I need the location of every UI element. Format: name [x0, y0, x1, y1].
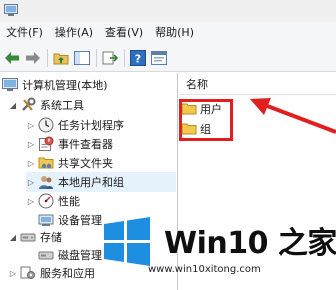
tree-node-task-scheduler[interactable]: ▷ 任务计划程序 [26, 115, 124, 135]
collapse-arrow-icon[interactable]: ◢ [8, 100, 18, 110]
properties-icon [151, 50, 167, 65]
title-bar [0, 0, 336, 22]
expand-arrow-icon[interactable]: ▷ [26, 177, 36, 187]
menu-view[interactable]: 查看(V) [99, 22, 149, 44]
tree-label: 计算机管理(本地) [22, 79, 108, 92]
tree-node-services-apps[interactable]: ▷ 服务和应用 [8, 263, 95, 283]
tree-label: 设备管理 [58, 214, 102, 227]
event-viewer-icon [38, 136, 54, 152]
tree-node-computer-management[interactable]: 计算机管理(本地) [2, 75, 108, 95]
show-tree-button[interactable] [73, 49, 91, 67]
tree-node-system-tools[interactable]: ◢ 系统工具 [8, 95, 84, 115]
tree-label: 存储 [40, 231, 62, 244]
help-button[interactable]: ? [129, 49, 147, 67]
expand-arrow-icon[interactable]: ▷ [8, 268, 18, 278]
svg-text:?: ? [135, 52, 141, 65]
forward-icon [26, 51, 40, 64]
tree-node-local-users-groups[interactable]: ▷ 本地用户和组 [26, 172, 176, 192]
tools-icon [20, 97, 36, 113]
toolbar-separator [124, 48, 125, 67]
tree-label: 系统工具 [40, 99, 84, 112]
menu-help[interactable]: 帮助(H) [149, 22, 200, 44]
tree-node-event-viewer[interactable]: ▷ 事件查看器 [26, 134, 113, 154]
performance-icon [38, 193, 54, 209]
tree-label: 性能 [58, 195, 80, 208]
toolbar-separator [96, 48, 97, 67]
computer-management-icon [4, 4, 18, 16]
tree-node-storage[interactable]: ◢ 存储 [8, 227, 62, 247]
back-icon [5, 51, 19, 64]
up-folder-icon [53, 53, 69, 64]
tree-node-disk-management[interactable]: 磁盘管理 [38, 245, 102, 265]
menu-bar: 文件(F) 操作(A) 查看(V) 帮助(H) [0, 22, 336, 44]
computer-management-icon [2, 77, 18, 93]
storage-icon [20, 229, 36, 245]
menu-action[interactable]: 操作(A) [49, 22, 99, 44]
back-button[interactable] [3, 49, 21, 67]
tree-label: 磁盘管理 [58, 249, 102, 262]
expand-arrow-icon[interactable]: ▷ [26, 196, 36, 206]
watermark-url: www.win10xitong.com [148, 264, 261, 275]
tree-label: 本地用户和组 [58, 176, 124, 189]
export-icon [102, 51, 118, 64]
shared-folder-icon [38, 155, 54, 171]
toolbar: ? [0, 44, 336, 72]
properties-button[interactable] [150, 49, 168, 67]
tree-label: 事件查看器 [58, 138, 113, 151]
expand-arrow-icon[interactable]: ▷ [26, 158, 36, 168]
column-header-name[interactable]: 名称 [179, 73, 336, 95]
windows-logo-icon [104, 217, 150, 266]
tree-label: 共享文件夹 [58, 157, 113, 170]
annotation-highlight-box [179, 99, 233, 141]
watermark: Win10 之家 www.win10xitong.com [102, 212, 336, 290]
tree-node-shared-folders[interactable]: ▷ 共享文件夹 [26, 153, 113, 173]
tree-label: 任务计划程序 [58, 119, 124, 132]
up-folder-button[interactable] [52, 49, 70, 67]
device-manager-icon [38, 212, 54, 228]
services-icon [20, 265, 36, 281]
clock-icon [38, 117, 54, 133]
toolbar-separator [47, 48, 48, 67]
help-icon: ? [130, 49, 146, 66]
tree-label: 服务和应用 [40, 267, 95, 280]
tree-node-performance[interactable]: ▷ 性能 [26, 191, 80, 211]
menu-file[interactable]: 文件(F) [0, 22, 49, 44]
watermark-title: Win10 之家 [164, 226, 336, 261]
disk-management-icon [38, 247, 54, 263]
expand-arrow-icon[interactable]: ▷ [26, 120, 36, 130]
collapse-arrow-icon[interactable]: ◢ [8, 232, 18, 242]
users-icon [38, 174, 54, 190]
expand-arrow-icon[interactable]: ▷ [26, 139, 36, 149]
export-button[interactable] [101, 49, 119, 67]
forward-button[interactable] [24, 49, 42, 67]
show-tree-icon [74, 50, 90, 65]
